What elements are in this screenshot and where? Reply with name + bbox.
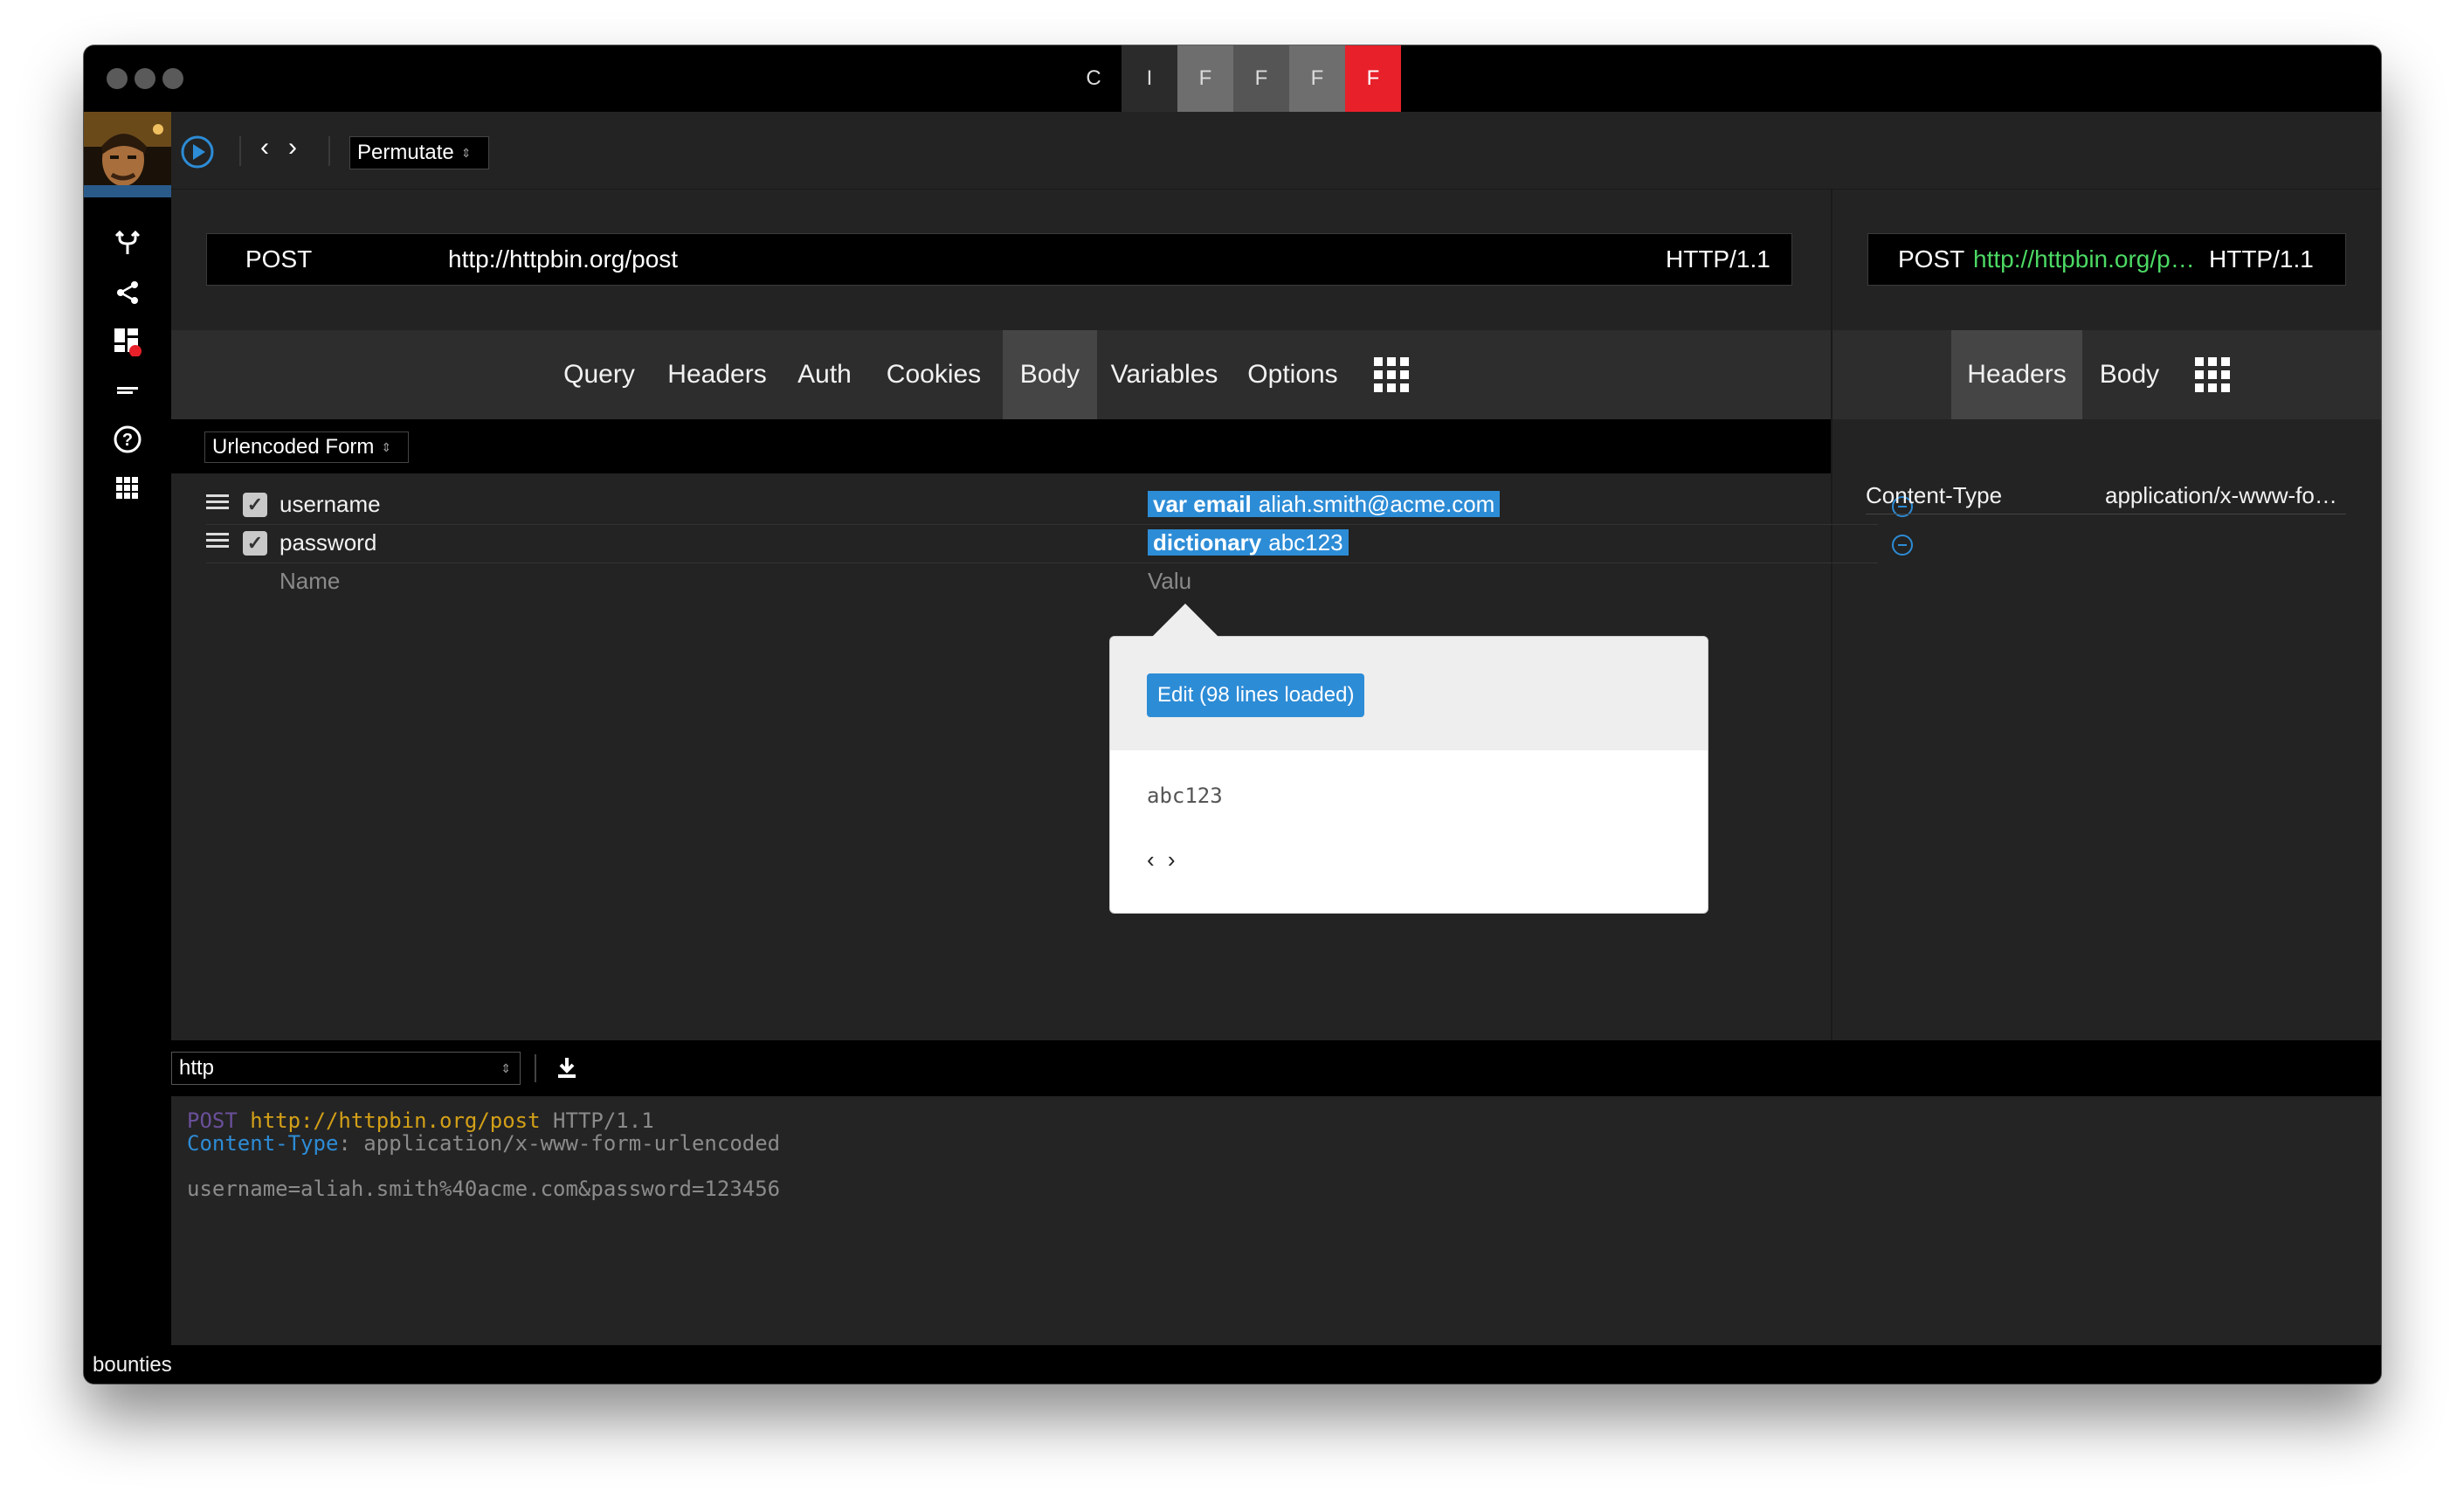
request-tabs: Query Headers Auth Cookies Body Variable… — [171, 330, 1831, 419]
code-header-key: Content-Type — [187, 1131, 339, 1156]
close-window-button[interactable] — [107, 68, 128, 89]
response-grid-menu-icon[interactable] — [2191, 330, 2234, 419]
svg-text:?: ? — [122, 431, 133, 450]
mode-button-i[interactable]: I — [1122, 45, 1177, 112]
help-icon[interactable]: ? — [107, 418, 148, 460]
share-icon[interactable] — [107, 272, 148, 314]
output-format-select[interactable]: http ⇕ — [171, 1052, 521, 1085]
drag-handle-icon[interactable] — [206, 533, 229, 554]
bottom-divider — [535, 1054, 536, 1082]
tab-headers[interactable]: Headers — [662, 330, 772, 419]
title-bar: C I F F F F — [84, 45, 2381, 112]
row-checkbox[interactable]: ✓ — [243, 493, 267, 517]
response-header-name: Content-Type — [1866, 482, 2003, 508]
token-kind: dictionary — [1153, 528, 1262, 556]
form-row: ✓ password dictionary abc123 — [206, 524, 1913, 563]
dash-icon[interactable] — [107, 369, 148, 411]
dictionary-popover: Edit (98 lines loaded) abc123 ‹ › — [1109, 604, 1708, 914]
output-format-label: http — [179, 1056, 215, 1080]
avatar[interactable] — [84, 112, 171, 197]
toolbar-divider — [328, 136, 330, 166]
status-bar: bounties — [84, 1345, 2381, 1384]
tab-query[interactable]: Query — [552, 330, 646, 419]
popover-header: Edit (98 lines loaded) — [1110, 637, 1708, 750]
new-param-value-placeholder[interactable]: Valu — [1148, 568, 1191, 595]
tab-variables[interactable]: Variables — [1102, 330, 1226, 419]
select-arrows-icon: ⇕ — [500, 1060, 511, 1075]
fork-icon[interactable] — [107, 223, 148, 265]
code-url: http://httpbin.org/post — [250, 1108, 541, 1133]
new-param-name-placeholder[interactable]: Name — [280, 568, 340, 595]
response-line: POST http://httpbin.org/p… HTTP/1.1 — [1867, 233, 2346, 286]
tab-options[interactable]: Options — [1242, 330, 1343, 419]
download-icon[interactable] — [554, 1054, 580, 1080]
response-protocol: HTTP/1.1 — [2209, 245, 2314, 273]
dictionary-nav-icon[interactable]: ‹ › — [1147, 846, 1179, 873]
body-format-bar: Urlencoded Form ⇕ — [171, 419, 1831, 473]
panel-divider — [1831, 189, 1832, 1040]
tab-auth[interactable]: Auth — [790, 330, 859, 419]
raw-request-preview: POST http://httpbin.org/post HTTP/1.1 Co… — [171, 1096, 2381, 1384]
grid-apps-icon[interactable] — [107, 467, 148, 509]
remove-row-icon[interactable] — [1892, 535, 1913, 556]
form-row: ✓ username var email aliah.smith@acme.co… — [206, 486, 1913, 525]
response-header-row: Content-Type application/x-www-fo… — [1866, 477, 2346, 514]
mode-button-f4[interactable]: F — [1345, 45, 1401, 112]
grid-menu-icon[interactable] — [1370, 330, 1413, 419]
chevron-left-icon[interactable]: ‹ — [260, 135, 281, 161]
code-line-4: username=aliah.smith%40acme.com&password… — [187, 1177, 781, 1201]
param-name[interactable]: username — [280, 491, 381, 518]
code-line-2: Content-Type: application/x-www-form-url… — [187, 1131, 780, 1156]
code-protocol: HTTP/1.1 — [553, 1108, 654, 1133]
tab-body[interactable]: Body — [1003, 330, 1097, 419]
code-header-value: : application/x-www-form-urlencoded — [338, 1131, 781, 1156]
output-bar: http ⇕ — [171, 1040, 2381, 1096]
token-value: abc123 — [1268, 528, 1343, 556]
status-label: bounties — [93, 1353, 172, 1377]
dictionary-current-value: abc123 — [1147, 784, 1223, 808]
row-checkbox[interactable]: ✓ — [243, 531, 267, 556]
edit-dictionary-button[interactable]: Edit (98 lines loaded) — [1147, 673, 1365, 717]
app-window: C I F F F F ? ‹ › Permutate ⇕ POST http:… — [84, 45, 2381, 1384]
chevron-right-icon[interactable]: › — [288, 135, 309, 161]
dashboard-icon[interactable] — [107, 321, 148, 362]
request-method[interactable]: POST — [245, 245, 312, 273]
toolbar: ‹ › Permutate ⇕ — [171, 112, 2381, 190]
request-url[interactable]: http://httpbin.org/post — [448, 245, 678, 273]
response-tabs: Headers Body — [1832, 330, 2381, 419]
request-protocol[interactable]: HTTP/1.1 — [1666, 245, 1770, 273]
code-method: POST — [187, 1108, 238, 1133]
response-tab-headers[interactable]: Headers — [1951, 330, 2082, 419]
body-format-label: Urlencoded Form — [212, 435, 375, 459]
mode-button-f2[interactable]: F — [1233, 45, 1289, 112]
select-arrows-icon: ⇕ — [460, 145, 472, 160]
token-value: aliah.smith@acme.com — [1258, 490, 1495, 517]
param-name[interactable]: password — [280, 529, 376, 556]
response-tab-body[interactable]: Body — [2095, 330, 2164, 419]
form-row-new: Name Valu — [206, 563, 1878, 601]
response-header-value: application/x-www-fo… — [2105, 482, 2337, 508]
mode-button-f3[interactable]: F — [1289, 45, 1345, 112]
tab-cookies[interactable]: Cookies — [875, 330, 992, 419]
mode-button-c[interactable]: C — [1066, 45, 1122, 112]
toolbar-divider — [239, 136, 241, 166]
sidebar: ? — [84, 112, 171, 1384]
response-url: http://httpbin.org/p… — [1973, 245, 2195, 273]
response-method: POST — [1898, 245, 1965, 273]
zoom-window-button[interactable] — [162, 68, 183, 89]
param-value-token[interactable]: var email aliah.smith@acme.com — [1148, 490, 1501, 517]
permutate-select-label: Permutate — [357, 141, 454, 164]
mode-button-f1[interactable]: F — [1177, 45, 1233, 112]
drag-handle-icon[interactable] — [206, 494, 229, 515]
mode-button-group: C I F F F F — [1066, 45, 1401, 112]
play-icon[interactable] — [180, 135, 215, 169]
minimize-window-button[interactable] — [135, 68, 155, 89]
select-arrows-icon: ⇕ — [381, 439, 392, 454]
code-line-1: POST http://httpbin.org/post HTTP/1.1 — [187, 1108, 654, 1133]
body-format-select[interactable]: Urlencoded Form ⇕ — [204, 432, 409, 463]
param-value-token[interactable]: dictionary abc123 — [1148, 529, 1349, 556]
token-kind: var email — [1153, 490, 1252, 517]
permutate-select[interactable]: Permutate ⇕ — [349, 136, 489, 169]
request-line[interactable]: POST http://httpbin.org/post HTTP/1.1 — [206, 233, 1792, 286]
